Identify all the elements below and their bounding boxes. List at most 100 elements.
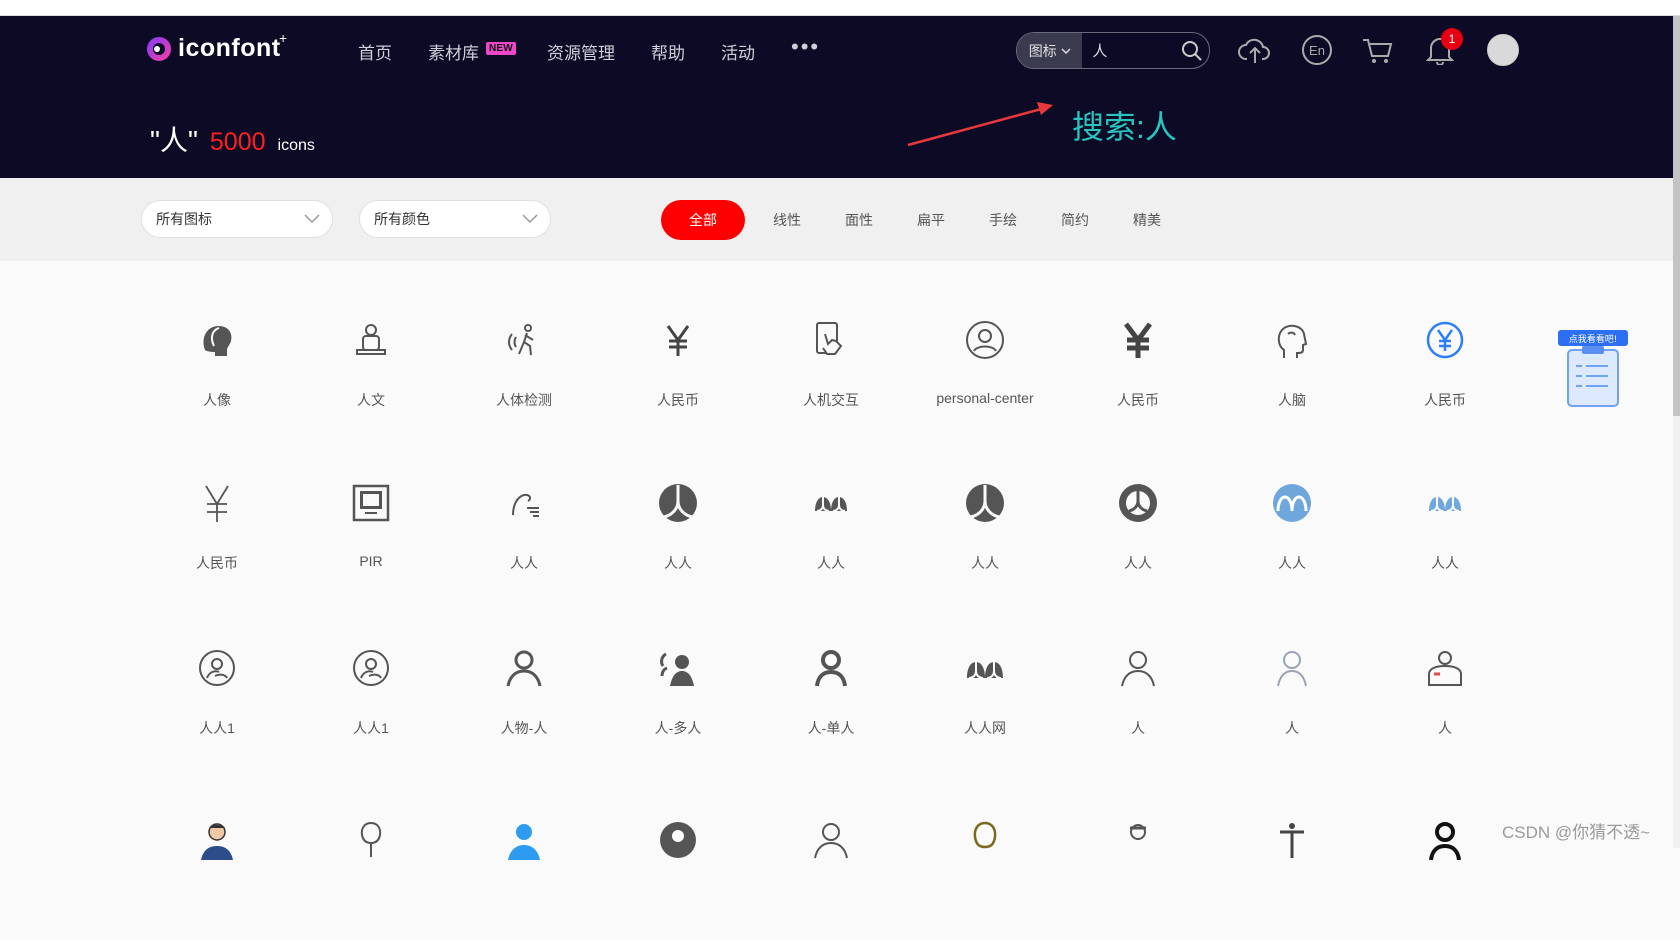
icon-card[interactable]: 人 xyxy=(1068,648,1208,768)
icon-label: 人人1 xyxy=(199,720,235,736)
icon-card[interactable]: personal-center xyxy=(915,320,1055,440)
tab-filled[interactable]: 面性 xyxy=(845,200,873,240)
renren-net-icon xyxy=(967,662,1003,679)
scrollbar-thumb[interactable] xyxy=(1673,16,1680,416)
search-button[interactable] xyxy=(1174,33,1209,68)
icon-card[interactable] xyxy=(915,820,1055,940)
icon-label: 人-多人 xyxy=(654,720,702,736)
shopping-cart-icon xyxy=(1363,39,1393,63)
icon-label: 人人 xyxy=(664,555,692,571)
icon-type-dropdown[interactable]: 所有图标 xyxy=(141,200,333,238)
icon-card[interactable]: 人体检测 xyxy=(454,320,594,440)
icon-card[interactable]: 人人1 xyxy=(147,648,287,768)
tab-all[interactable]: 全部 xyxy=(661,200,745,240)
icon-label: 人民币 xyxy=(657,392,699,408)
tab-linear[interactable]: 线性 xyxy=(773,200,801,240)
chevron-down-icon xyxy=(304,214,320,224)
icon-card[interactable]: 人人 xyxy=(1222,483,1362,603)
tab-fine[interactable]: 精美 xyxy=(1133,200,1161,240)
tab-simple[interactable]: 简约 xyxy=(1061,200,1089,240)
icon-card[interactable]: 人民币 xyxy=(1375,320,1515,440)
icon-card[interactable]: 人人 xyxy=(608,483,748,603)
tab-flat[interactable]: 扁平 xyxy=(917,200,945,240)
logo-plus: + xyxy=(279,30,288,46)
color-dropdown[interactable]: 所有颜色 xyxy=(359,200,551,238)
cart-button[interactable] xyxy=(1358,31,1396,69)
person-blue-icon xyxy=(508,824,540,860)
more-menu-icon[interactable]: ••• xyxy=(791,34,820,60)
notification-badge: 1 xyxy=(1441,28,1463,50)
chevron-down-icon xyxy=(522,214,538,224)
icon-card[interactable]: 人像 xyxy=(147,320,287,440)
renren-ring-icon xyxy=(199,650,235,686)
icon-label: 人机交互 xyxy=(803,392,859,408)
person-badge-icon xyxy=(1428,651,1462,686)
nav-library[interactable]: 素材库 NEW xyxy=(428,39,516,64)
icon-card[interactable]: 人民币 xyxy=(608,320,748,440)
result-count: 5000 xyxy=(209,128,266,156)
accessibility-icon xyxy=(1280,823,1304,858)
icon-label: PIR xyxy=(359,553,383,569)
icon-card[interactable]: 人物-人 xyxy=(454,648,594,768)
search-input[interactable] xyxy=(1082,41,1175,60)
icon-card[interactable]: 人人 xyxy=(454,483,594,603)
icon-card[interactable]: 人文 xyxy=(301,320,441,440)
annotation-text: 搜索:人 xyxy=(1072,109,1177,145)
icon-card[interactable]: 人人1 xyxy=(301,648,441,768)
icon-card[interactable]: PIR xyxy=(301,483,441,603)
icon-card[interactable] xyxy=(147,820,287,940)
renren-blue-mark-icon xyxy=(1429,497,1461,512)
nav-activity[interactable]: 活动 xyxy=(721,39,755,64)
svg-text:En: En xyxy=(1309,43,1325,58)
icon-label: 人人 xyxy=(1124,555,1152,571)
tab-handdrawn[interactable]: 手绘 xyxy=(989,200,1017,240)
search-type-select[interactable]: 图标 xyxy=(1017,33,1083,68)
nav-resources[interactable]: 资源管理 xyxy=(547,39,615,64)
icon-card[interactable]: 人脑 xyxy=(1222,320,1362,440)
icon-card[interactable] xyxy=(1222,820,1362,940)
notification-button[interactable]: 1 xyxy=(1421,28,1463,69)
icon-card[interactable] xyxy=(454,820,594,940)
body-detection-icon xyxy=(508,324,534,356)
humanities-icon xyxy=(356,324,386,355)
icon-card[interactable] xyxy=(1375,820,1515,940)
icon-label: 人脑 xyxy=(1278,392,1306,408)
clipboard-promo-icon[interactable]: 点我看看吧! xyxy=(1558,330,1628,408)
icon-card[interactable]: 人人 xyxy=(915,483,1055,603)
person-outline-icon xyxy=(814,823,848,859)
icon-label: 人人 xyxy=(971,555,999,571)
icon-label: 人人网 xyxy=(964,720,1006,736)
person-icon xyxy=(506,650,542,687)
cloud-upload-icon xyxy=(1238,38,1270,63)
rmb-icon xyxy=(666,325,690,356)
icon-card[interactable]: 人民币 xyxy=(147,483,287,603)
search-box: 图标 xyxy=(1016,32,1210,69)
icon-label: 人民币 xyxy=(1424,392,1466,408)
icon-card[interactable]: 人民币 xyxy=(1068,320,1208,440)
nav-help[interactable]: 帮助 xyxy=(651,39,685,64)
icon-card[interactable] xyxy=(761,820,901,940)
icon-card[interactable] xyxy=(1068,820,1208,940)
icon-card[interactable]: 人-多人 xyxy=(608,648,748,768)
icon-card[interactable]: 人机交互 xyxy=(761,320,901,440)
avatar[interactable] xyxy=(1487,34,1519,66)
icon-card[interactable]: 人 xyxy=(1375,648,1515,768)
person-light-icon xyxy=(1277,651,1307,687)
icon-card[interactable]: 人人网 xyxy=(915,648,1055,768)
watermark: CSDN @你猜不透~ xyxy=(1502,823,1651,842)
icon-card[interactable]: 人 xyxy=(1222,648,1362,768)
annotation-arrow-icon xyxy=(907,102,1053,147)
icon-card[interactable]: 人人 xyxy=(1375,483,1515,603)
icon-card[interactable] xyxy=(608,820,748,940)
renren-mark-icon xyxy=(815,497,847,512)
language-button[interactable]: En xyxy=(1298,31,1336,69)
icon-card[interactable] xyxy=(301,820,441,940)
nav-home[interactable]: 首页 xyxy=(358,39,392,64)
icon-card[interactable]: 人-单人 xyxy=(761,648,901,768)
icon-card[interactable]: 人人 xyxy=(1068,483,1208,603)
rmb-thin-icon xyxy=(205,485,229,522)
logo[interactable]: iconfont + xyxy=(146,30,287,63)
upload-button[interactable] xyxy=(1236,31,1274,69)
icon-card[interactable]: 人人 xyxy=(761,483,901,603)
icon-label: 人民币 xyxy=(1117,392,1159,408)
